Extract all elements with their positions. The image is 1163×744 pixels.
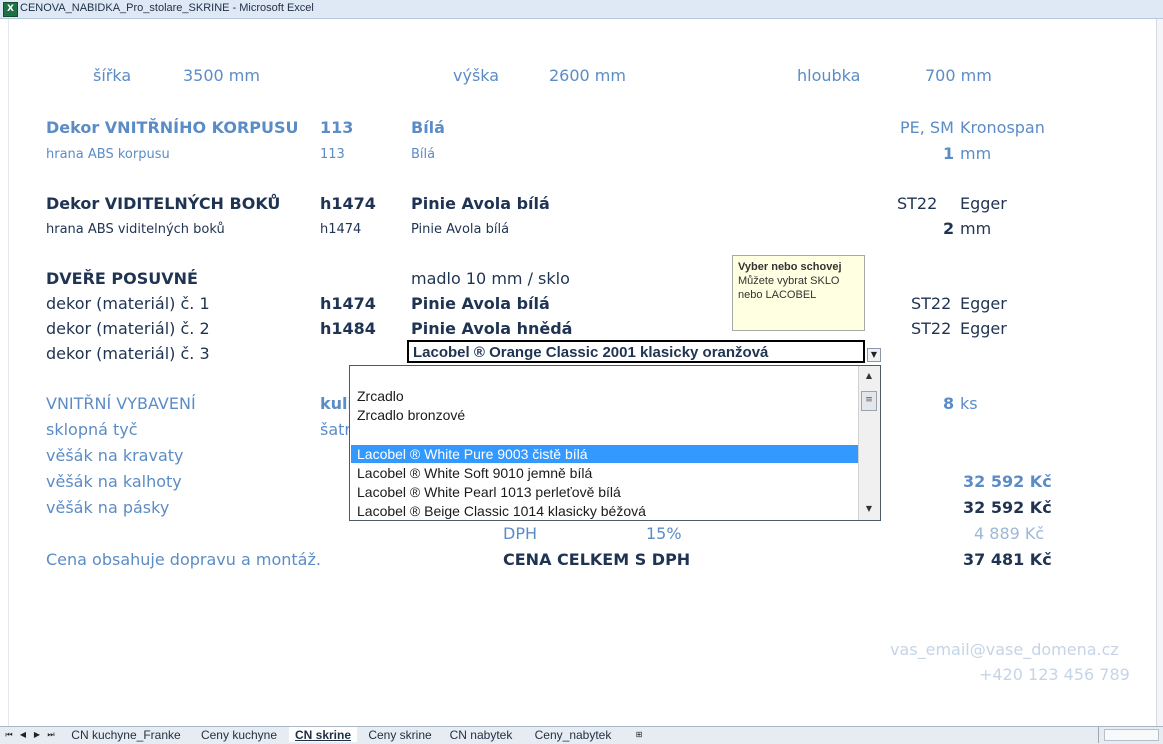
dropdown-list[interactable]: Zrcadlo Zrcadlo bronzové Lacobel ® White…: [349, 365, 881, 521]
vybaveni-item-label: věšák na kalhoty: [46, 472, 182, 491]
horizontal-scrollbar[interactable]: [1104, 729, 1159, 741]
vertical-scrollbar[interactable]: [1156, 19, 1163, 726]
contact-email: vas_email@vase_domena.cz: [890, 640, 1119, 659]
korpus-name: Bílá: [411, 118, 445, 137]
dvere-row2-type: ST22: [911, 319, 952, 338]
price-note: Cena obsahuje dopravu a montáž.: [46, 550, 321, 569]
depth-value[interactable]: 700 mm: [925, 66, 992, 85]
selected-cell-value: Lacobel ® Orange Classic 2001 klasicky o…: [413, 344, 769, 361]
depth-label: hloubka: [797, 66, 861, 85]
boky-edge-label: hrana ABS viditelných boků: [46, 222, 225, 237]
vybaveni-qty-unit: ks: [960, 394, 978, 413]
korpus-edge-name: Bílá: [411, 147, 436, 162]
height-value[interactable]: 2600 mm: [549, 66, 626, 85]
dropdown-item[interactable]: Lacobel ® Beige Classic 1014 klasicky bé…: [351, 502, 859, 520]
scroll-up-icon[interactable]: ▲: [860, 368, 878, 384]
height-label: výška: [453, 66, 500, 85]
dvere-row1-type: ST22: [911, 294, 952, 313]
korpus-supplier: Kronospan: [960, 118, 1045, 137]
boky-name: Pinie Avola bílá: [411, 194, 550, 213]
dvere-row1-supplier: Egger: [960, 294, 1007, 313]
dropdown-item[interactable]: Zrcadlo: [351, 387, 859, 405]
dvere-row2-label: dekor (materiál) č. 2: [46, 319, 210, 338]
scroll-down-icon[interactable]: ▼: [860, 501, 878, 517]
dvere-row2-name: Pinie Avola hnědá: [411, 319, 573, 338]
sheet-tab[interactable]: Ceny skrine: [362, 727, 438, 742]
total-label: CENA CELKEM S DPH: [503, 550, 691, 569]
dropdown-item[interactable]: Lacobel ® White Pearl 1013 perleťově bíl…: [351, 483, 859, 501]
excel-icon[interactable]: X: [3, 2, 18, 17]
comment-line1: Můžete vybrat SKLO: [738, 275, 840, 287]
korpus-type: PE, SM: [900, 118, 954, 137]
dvere-row2-supplier: Egger: [960, 319, 1007, 338]
contact-phone: +420 123 456 789: [979, 665, 1130, 684]
dropdown-item[interactable]: Lacobel ® White Soft 9010 jemně bílá: [351, 464, 859, 482]
insert-sheet-icon[interactable]: ⊞: [632, 729, 646, 741]
total-value: 37 481 Kč: [963, 550, 1052, 569]
next-sheet-icon[interactable]: ▶: [32, 729, 42, 741]
dph-label: DPH: [503, 524, 537, 543]
scroll-thumb[interactable]: ≡: [861, 391, 877, 411]
boky-edge-name: Pinie Avola bílá: [411, 222, 510, 237]
korpus-edge-code: 113: [320, 147, 345, 162]
comment-line2: nebo LACOBEL: [738, 289, 817, 301]
selected-cell[interactable]: Lacobel ® Orange Classic 2001 klasicky o…: [407, 340, 865, 363]
dropdown-item-selected[interactable]: Lacobel ® White Pure 9003 čistě bílá: [351, 445, 859, 463]
vybaveni-qty[interactable]: 8: [943, 394, 954, 413]
dvere-row3-label: dekor (materiál) č. 3: [46, 344, 210, 363]
vybaveni-title: VNITŘNÍ VYBAVENÍ: [46, 394, 196, 413]
dropdown-scrollbar[interactable]: ▲ ≡ ▼: [858, 366, 880, 520]
first-sheet-icon[interactable]: ⏮: [4, 729, 14, 741]
dvere-row1-name: Pinie Avola bílá: [411, 294, 550, 313]
vybaveni-item-price: 32 592 Kč: [963, 498, 1052, 517]
korpus-code[interactable]: 113: [320, 118, 353, 137]
dvere-row1-label: dekor (materiál) č. 1: [46, 294, 210, 313]
dvere-title: DVEŘE POSUVNÉ: [46, 269, 198, 288]
korpus-edge-label: hrana ABS korpusu: [46, 147, 170, 162]
dropdown-item[interactable]: [351, 370, 859, 388]
vybaveni-item-label: sklopná tyč: [46, 420, 138, 439]
width-value[interactable]: 3500 mm: [183, 66, 260, 85]
korpus-title: Dekor VNITŘNÍHO KORPUSU: [46, 118, 299, 137]
korpus-edge-unit: mm: [960, 144, 992, 163]
sheet-tab[interactable]: CN kuchyne_Franke: [66, 727, 186, 742]
left-gutter: [0, 19, 9, 726]
window-title: CENOVA_NABIDKA_Pro_stolare_SKRINE - Micr…: [20, 2, 314, 14]
width-label: šířka: [93, 66, 132, 85]
boky-edge-unit: mm: [960, 219, 992, 238]
vybaveni-item-price: 32 592 Kč: [963, 472, 1052, 491]
vybaveni-item-label: věšák na pásky: [46, 498, 170, 517]
dvere-handle: madlo 10 mm / sklo: [411, 269, 570, 288]
sheet-tab-bar: ⏮ ◀ ▶ ⏭ CN kuchyne_Franke Ceny kuchyne C…: [0, 726, 1163, 744]
boky-edge-thickness[interactable]: 2: [943, 219, 954, 238]
boky-supplier: Egger: [960, 194, 1007, 213]
boky-code[interactable]: h1474: [320, 194, 376, 213]
sheet-tab-active[interactable]: CN skrine: [289, 727, 357, 742]
sheet-tab[interactable]: Ceny kuchyne: [193, 727, 285, 742]
cell-comment: Vyber nebo schovej Můžete vybrat SKLO ne…: [732, 255, 865, 331]
vybaveni-item-col2-partial: šatr: [320, 420, 351, 439]
prev-sheet-icon[interactable]: ◀: [18, 729, 28, 741]
comment-title: Vyber nebo schovej: [738, 261, 842, 273]
dropdown-arrow-button[interactable]: ▼: [867, 348, 881, 362]
dropdown-item[interactable]: Zrcadlo bronzové: [351, 406, 859, 424]
dvere-row1-code[interactable]: h1474: [320, 294, 376, 313]
dropdown-item[interactable]: [351, 425, 859, 443]
boky-edge-code: h1474: [320, 222, 362, 237]
korpus-edge-thickness[interactable]: 1: [943, 144, 954, 163]
dvere-row2-code[interactable]: h1484: [320, 319, 376, 338]
sheet-tab[interactable]: Ceny_nabytek: [526, 727, 620, 742]
boky-title: Dekor VIDITELNÝCH BOKŮ: [46, 194, 281, 213]
tab-split-handle[interactable]: [1098, 727, 1099, 743]
title-bar: X CENOVA_NABIDKA_Pro_stolare_SKRINE - Mi…: [0, 0, 1163, 19]
boky-type: ST22: [897, 194, 938, 213]
dph-rate: 15%: [646, 524, 682, 543]
last-sheet-icon[interactable]: ⏭: [46, 729, 56, 741]
sheet-tab[interactable]: CN nabytek: [444, 727, 518, 742]
dph-value: 4 889 Kč: [974, 524, 1045, 543]
vybaveni-item-label: věšák na kravaty: [46, 446, 184, 465]
